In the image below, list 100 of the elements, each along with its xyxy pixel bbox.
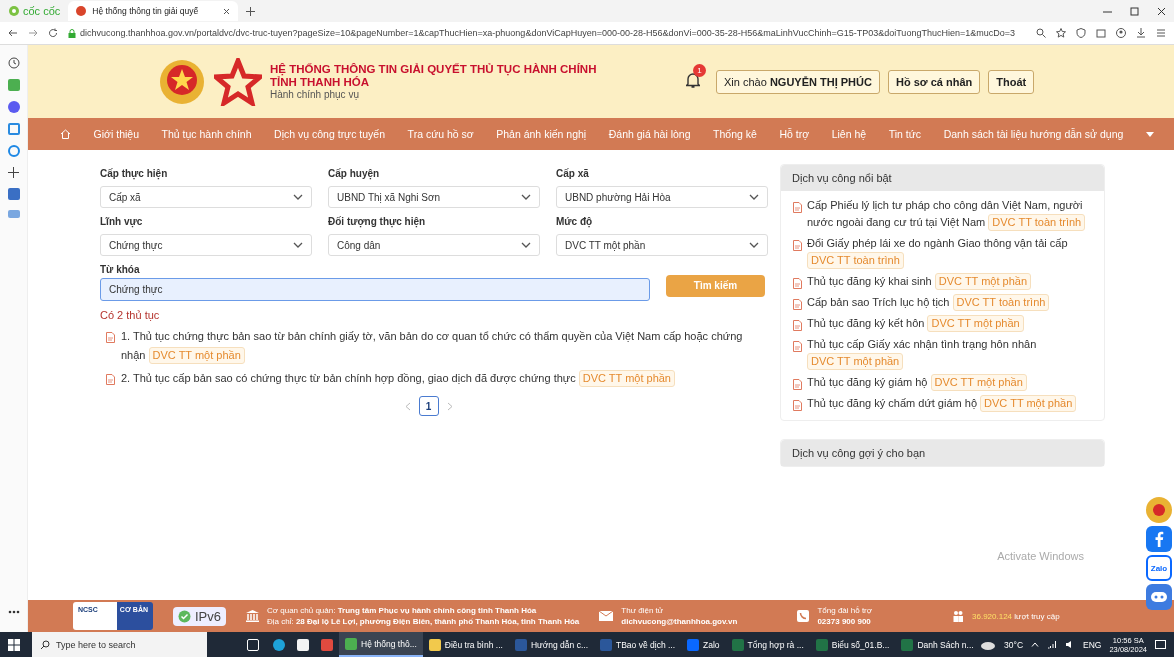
plus-icon[interactable] xyxy=(246,6,256,16)
star-logo xyxy=(214,57,262,106)
language-indicator[interactable]: ENG xyxy=(1083,639,1102,650)
procedure-link[interactable]: 2. Thủ tục cấp bản sao có chứng thực từ bản chính hợp đồng, giao dịch đã được chứng thực DVC TT một phần xyxy=(121,369,675,388)
service-level-tag: DVC TT một phần xyxy=(930,374,1027,391)
address-text: Địa chỉ: 28 Đại lộ Lê Lợi, phường Điện Biên, thành phố Thanh Hóa, tỉnh Thanh Hóa xyxy=(267,617,580,626)
page-button[interactable]: 1 xyxy=(418,396,439,416)
service-link[interactable]: Thủ tục đăng ký chấm dứt giám hộ DVC TT một phần xyxy=(807,395,1077,412)
service-level-tag: DVC TT một phần xyxy=(807,353,904,370)
service-level-tag: DVC TT một phần xyxy=(980,395,1077,412)
reload-icon[interactable] xyxy=(48,28,58,38)
taskbar-app[interactable]: Biểu số_01.B... xyxy=(809,632,896,657)
shield-icon[interactable] xyxy=(1076,28,1086,38)
service-link[interactable]: Đổi Giấy phép lái xe do ngành Giao thông vận tải cấp DVC TT toàn trình xyxy=(807,235,1094,269)
province-name: TỈNH THANH HÓA xyxy=(270,76,371,88)
service-link[interactable]: Cấp Phiếu lý lịch tư pháp cho công dân Việt Nam, người nước ngoài đang cư trú tại Việt Nam DVC TT toàn trình xyxy=(807,197,1094,231)
service-level-tag: DVC TT một phần xyxy=(934,273,1032,290)
zalo-button[interactable]: Zalo xyxy=(1146,555,1172,581)
dropdown[interactable]: UBND phường Hải Hòa xyxy=(556,186,768,208)
field-label: Cấp thực hiện xyxy=(100,166,169,182)
site-tagline: Hành chính phục vụ xyxy=(270,89,360,100)
download-icon[interactable] xyxy=(1136,28,1146,38)
service-link[interactable]: Thủ tục đăng ký kết hôn DVC TT một phần xyxy=(807,315,1024,332)
field-label: Từ khóa xyxy=(100,262,141,277)
profile-icon[interactable] xyxy=(1116,28,1126,38)
service-link[interactable]: Thủ tục đăng ký giám hộ DVC TT một phần xyxy=(807,374,1027,391)
dropdown[interactable]: Chứng thực xyxy=(100,234,312,256)
field-label: Lĩnh vực xyxy=(100,214,144,230)
forward-arrow-icon[interactable] xyxy=(28,28,38,38)
field-label: Cấp xã xyxy=(556,166,590,181)
home-icon[interactable] xyxy=(60,129,71,139)
keyword-input[interactable]: Chứng thực xyxy=(100,278,650,301)
emblem-logo xyxy=(158,57,206,106)
service-level-tag: DVC TT một phần xyxy=(578,370,675,387)
dropdown[interactable]: Công dân xyxy=(328,234,540,256)
zoom-icon[interactable] xyxy=(1036,28,1046,38)
dropdown[interactable]: UBND Thị xã Nghi Sơn xyxy=(328,186,540,208)
chevron-down-icon xyxy=(293,242,303,248)
chevron-down-icon xyxy=(749,242,759,248)
service-level-tag: DVC TT toàn trình xyxy=(988,214,1086,231)
taskbar-app[interactable]: Điều tra bình ... xyxy=(422,632,509,657)
header-button[interactable]: Hồ sơ cá nhân xyxy=(887,69,981,94)
wifi-icon[interactable] xyxy=(1047,640,1058,649)
facebook-icon[interactable] xyxy=(1146,526,1172,552)
more-icon[interactable] xyxy=(7,610,20,614)
close-icon[interactable] xyxy=(1157,6,1166,16)
chevron-up-icon[interactable] xyxy=(1031,642,1040,647)
card-title: Dịch vụ công gợi ý cho bạn xyxy=(781,440,1104,466)
lock-icon xyxy=(68,28,76,38)
hotline-number: 02373 900 900 xyxy=(817,617,872,626)
taskbar-app[interactable]: Danh Sách n... xyxy=(895,632,980,657)
star-icon[interactable] xyxy=(1056,28,1066,38)
plus-icon[interactable] xyxy=(8,167,19,178)
activation-notice: Activate Windows xyxy=(997,550,1084,562)
taskbar-app[interactable]: TBao về dịch ... xyxy=(594,632,682,657)
chevron-down-icon xyxy=(521,242,531,248)
field-label: Mức độ xyxy=(556,214,594,230)
cloud-icon xyxy=(980,639,997,650)
greeting-button[interactable]: Xin chào NGUYỄN THỊ PHÚC xyxy=(716,69,880,94)
app-icon[interactable] xyxy=(7,188,20,200)
site-title: HỆ THỐNG THÔNG TIN GIẢI QUYẾT THỦ TỤC HÀNH CHÍNH xyxy=(270,63,598,75)
header-button[interactable]: Thoát xyxy=(988,69,1035,94)
service-link[interactable]: Thủ tục cấp Giấy xác nhận tình trạng hôn nhân DVC TT một phần xyxy=(807,336,1094,370)
chatbot-icon[interactable] xyxy=(1146,584,1172,610)
email-label: Thư điện tử xyxy=(621,606,665,615)
taskbar-app[interactable]: Hệ thống thô... xyxy=(339,632,423,657)
dropdown[interactable]: DVC TT một phần xyxy=(556,234,768,256)
temperature: 30°C xyxy=(1004,639,1024,650)
caret-icon[interactable] xyxy=(1145,131,1154,137)
dropdown[interactable]: Cấp xã xyxy=(100,186,312,208)
notification-badge: 1 xyxy=(693,63,706,77)
taskbar-search-field[interactable]: Type here to search xyxy=(32,632,207,657)
taskbar-app[interactable]: Hướng dẫn c... xyxy=(508,632,594,657)
history-icon[interactable] xyxy=(7,57,20,69)
back-arrow-icon[interactable] xyxy=(8,28,18,38)
taskbar-app[interactable]: Tổng hợp rà ... xyxy=(725,632,810,657)
procedure-link[interactable]: 1. Thủ tục chứng thực bản sao từ bản chính giấy tờ, văn bản do cơ quan tổ chức có thẩm quyền của Việt Nam cấp hoặc chứng nhận DVC TT một phần xyxy=(121,327,767,365)
service-link[interactable]: Cấp bản sao Trích lục hộ tịch DVC TT toàn trình xyxy=(807,294,1050,311)
taskbar-app[interactable]: Zalo xyxy=(681,632,726,657)
taskbar-search-placeholder: Type here to search xyxy=(56,639,136,650)
result-count: Có 2 thủ tục xyxy=(100,309,161,321)
building-icon xyxy=(246,610,259,622)
close-icon[interactable] xyxy=(223,7,231,15)
ipv6-badge: IPv6 xyxy=(173,606,226,626)
chevron-down-icon xyxy=(749,194,759,200)
field-label: Cấp huyện xyxy=(328,166,381,182)
card-title: Dịch vụ công nổi bật xyxy=(781,165,1104,191)
service-level-tag: DVC TT toàn trình xyxy=(807,252,904,269)
service-link[interactable]: Thủ tục đăng ký khai sinh DVC TT một phần xyxy=(807,273,1032,290)
phone-icon xyxy=(797,610,810,622)
maximize-icon[interactable] xyxy=(1130,6,1139,16)
browser-tab[interactable]: Hệ thống thông tin giải quyế xyxy=(68,1,239,21)
hotline-label: Tổng đài hỗ trợ xyxy=(817,606,873,615)
address-bar[interactable]: dichvucong.thanhhoa.gov.vn/portaldvc/dvc-truc-tuyen?pageSize=10&pageNumber=1&capThucHien=xa-phuong&donViCapHuyen=000-00-28-H56&donVi=000-35-28-H56&maLinhVucChinh=G15-TP03&doiTuongThucHien=1&mucDo=3 xyxy=(80,28,1015,38)
app-icon[interactable] xyxy=(7,123,20,135)
service-level-tag: DVC TT toàn trình xyxy=(952,294,1050,311)
service-level-tag: DVC TT một phần xyxy=(927,315,1024,332)
field-label: Đối tượng thực hiện xyxy=(328,214,427,230)
mail-icon xyxy=(599,611,614,621)
notification-bell-icon[interactable] xyxy=(686,71,700,88)
